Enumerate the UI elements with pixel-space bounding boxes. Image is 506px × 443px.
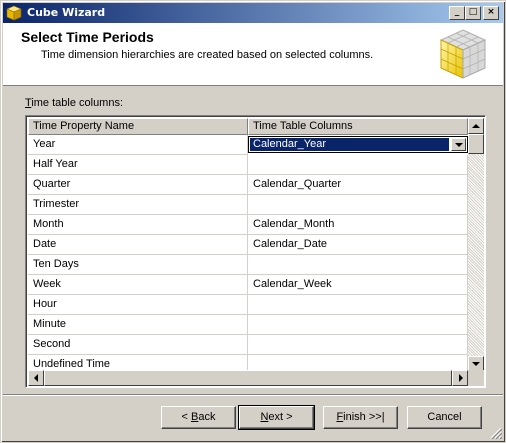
column-cell[interactable] [248, 335, 468, 355]
label-text: ime table columns: [31, 97, 124, 109]
property-cell[interactable]: Minute [28, 315, 248, 335]
column-cell[interactable] [248, 195, 468, 215]
vertical-scrollbar[interactable] [468, 118, 484, 372]
property-cell[interactable]: Date [28, 235, 248, 255]
table-row[interactable]: Half Year [28, 155, 468, 175]
table-row[interactable]: Minute [28, 315, 468, 335]
column-cell[interactable] [248, 255, 468, 275]
next-button[interactable]: Next > [238, 405, 315, 430]
column-cell[interactable]: Calendar_Quarter [248, 175, 468, 195]
horizontal-scrollbar[interactable] [28, 370, 468, 386]
page-description: Time dimension hierarchies are created b… [41, 49, 374, 61]
title-bar[interactable]: Cube Wizard _ □ × [3, 3, 503, 23]
property-cell[interactable]: Hour [28, 295, 248, 315]
property-cell[interactable]: Year [28, 135, 248, 155]
property-cell[interactable]: Ten Days [28, 255, 248, 275]
property-cell[interactable]: Month [28, 215, 248, 235]
table-row[interactable]: Trimester [28, 195, 468, 215]
table-row[interactable]: Quarter Calendar_Quarter [28, 175, 468, 195]
table-row[interactable]: Second [28, 335, 468, 355]
back-prefix: < [181, 411, 191, 423]
vertical-scroll-thumb[interactable] [468, 134, 484, 154]
back-label: ack [198, 411, 216, 423]
grid-header-row: Time Property Name Time Table Columns [28, 118, 468, 135]
window-title: Cube Wizard [27, 6, 106, 19]
property-cell[interactable]: Trimester [28, 195, 248, 215]
column-cell[interactable]: Calendar_Date [248, 235, 468, 255]
column-cell[interactable]: Calendar_Week [248, 275, 468, 295]
scroll-left-icon[interactable] [28, 370, 44, 386]
time-columns-grid[interactable]: Time Property Name Time Table Columns Ye… [25, 115, 486, 388]
property-cell[interactable]: Half Year [28, 155, 248, 175]
table-row[interactable]: Ten Days [28, 255, 468, 275]
page-title: Select Time Periods [21, 29, 154, 45]
scroll-up-icon[interactable] [468, 118, 484, 134]
next-label: ext > [268, 411, 293, 423]
column-cell[interactable] [248, 295, 468, 315]
scrollbar-corner [468, 370, 484, 386]
footer-divider [3, 394, 503, 396]
table-row[interactable]: Hour [28, 295, 468, 315]
dropdown-selected-value[interactable]: Calendar_Year [250, 138, 449, 151]
column-cell[interactable] [248, 155, 468, 175]
table-row[interactable]: Week Calendar_Week [28, 275, 468, 295]
size-grip-icon[interactable] [490, 427, 502, 439]
column-cell[interactable]: Calendar_Month [248, 215, 468, 235]
time-column-dropdown[interactable]: Calendar_Year [248, 136, 468, 153]
dropdown-arrow-icon[interactable] [451, 138, 466, 151]
cancel-button[interactable]: Cancel [407, 406, 482, 429]
property-cell[interactable]: Second [28, 335, 248, 355]
column-header-time-property-name[interactable]: Time Property Name [28, 118, 248, 135]
column-header-time-table-columns[interactable]: Time Table Columns [248, 118, 468, 135]
finish-label: inish >>| [343, 411, 385, 423]
back-button[interactable]: < Back [161, 406, 236, 429]
scroll-right-icon[interactable] [452, 370, 468, 386]
table-row[interactable]: Year Calendar_Year [28, 135, 468, 155]
property-cell[interactable]: Quarter [28, 175, 248, 195]
horizontal-scroll-thumb[interactable] [44, 370, 452, 386]
close-button[interactable]: × [483, 6, 499, 20]
cube-wizard-icon [6, 5, 22, 21]
finish-button[interactable]: Finish >>| [323, 406, 398, 429]
cube-wizard-window: Cube Wizard _ □ × Select Time Periods Ti… [0, 0, 506, 443]
minimize-button[interactable]: _ [449, 6, 465, 20]
property-cell[interactable]: Week [28, 275, 248, 295]
table-row[interactable]: Date Calendar_Date [28, 235, 468, 255]
column-cell[interactable] [248, 315, 468, 335]
wizard-header: Select Time Periods Time dimension hiera… [3, 23, 503, 86]
table-row[interactable]: Month Calendar_Month [28, 215, 468, 235]
time-table-columns-label: Time table columns: [25, 97, 123, 109]
cube-graphic [439, 29, 487, 79]
maximize-button[interactable]: □ [465, 6, 481, 20]
